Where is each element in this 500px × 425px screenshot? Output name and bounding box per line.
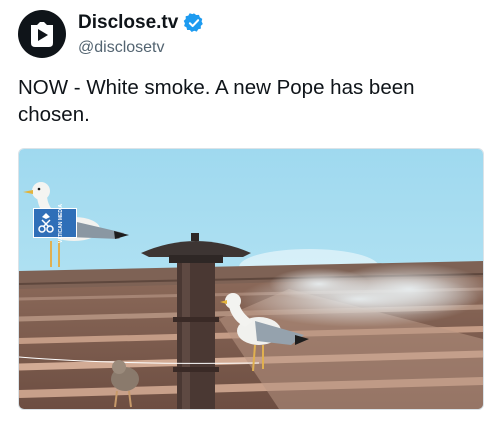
tweet-header: Disclose.tv @disclosetv [18, 8, 478, 60]
tweet-media[interactable] [18, 148, 484, 410]
display-name[interactable]: Disclose.tv [78, 12, 178, 34]
vatican-media-badge: VATICAN MEDIA [33, 204, 77, 243]
vatican-media-label: VATICAN MEDIA [58, 203, 64, 243]
tweet-text: NOW - White smoke. A new Pope has been c… [18, 76, 415, 126]
media-image [19, 149, 483, 409]
name-row: Disclose.tv [78, 12, 205, 34]
vatican-keys-icon [38, 213, 54, 233]
verified-badge-icon [184, 13, 204, 32]
avatar[interactable] [18, 10, 66, 58]
handle[interactable]: @disclosetv [78, 39, 165, 57]
play-logo-icon [19, 11, 65, 57]
